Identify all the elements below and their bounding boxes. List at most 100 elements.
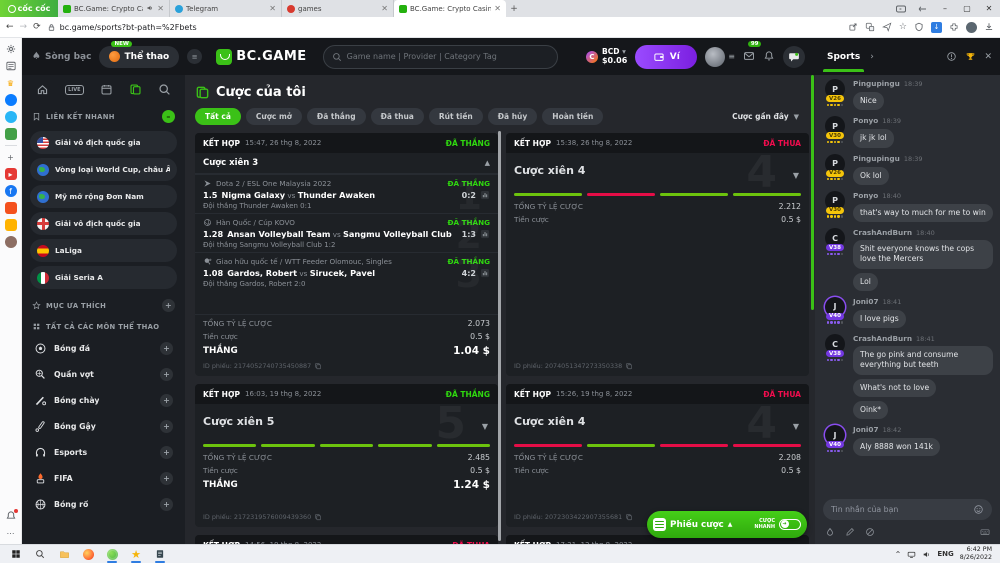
bet-card-collapsed-row[interactable]: Cược xiên 44▼ xyxy=(506,404,809,442)
cards-scrollbar-thumb[interactable] xyxy=(498,131,501,541)
chat-message-input[interactable]: Tin nhắn của bạn xyxy=(823,499,992,520)
quick-link-item-3[interactable]: Giải vô địch quốc gia xyxy=(30,212,177,235)
emoji-icon[interactable] xyxy=(973,504,984,515)
filter-pill-3[interactable]: Đã thua xyxy=(371,108,424,125)
sidebar-sport-baseball[interactable]: Bóng chày+ xyxy=(30,387,177,413)
match-stats-icon[interactable] xyxy=(480,190,490,200)
expand-sport-button[interactable]: + xyxy=(160,472,173,485)
taskbar-firefox-icon[interactable] xyxy=(76,545,100,563)
copy-icon[interactable] xyxy=(625,513,633,521)
crown-icon[interactable]: ♛ xyxy=(5,77,17,89)
weather-icon[interactable] xyxy=(5,111,17,123)
volume-icon[interactable] xyxy=(922,550,931,559)
filter-pill-5[interactable]: Đã hủy xyxy=(488,108,538,125)
bet-card-3[interactable]: KẾT HỢP15:26, 19 thg 8, 2022ĐÃ THUACược … xyxy=(506,384,809,527)
bet-card-subheader[interactable]: Cược xiên 3▲ xyxy=(195,153,498,174)
notifications-button[interactable] xyxy=(763,47,775,66)
browser-tab-1[interactable]: Telegram✕ xyxy=(170,0,282,17)
tab-search-icon[interactable] xyxy=(890,3,912,15)
taskbar-task-search-icon[interactable] xyxy=(28,545,52,563)
back-button[interactable]: ← xyxy=(6,22,14,32)
rain-tip-icon[interactable] xyxy=(825,527,835,537)
chat-username[interactable]: Ponyo18:39 xyxy=(853,116,993,125)
my-bets-icon[interactable] xyxy=(129,83,142,96)
calendar-icon[interactable] xyxy=(100,83,113,96)
share-icon[interactable] xyxy=(848,22,858,32)
user-menu-icon[interactable]: ≡ xyxy=(728,52,735,61)
new-tab-button[interactable]: + xyxy=(506,0,522,17)
chat-username[interactable]: Ponyo18:40 xyxy=(853,191,993,200)
expand-caret-icon[interactable]: ▼ xyxy=(793,422,799,431)
notifications-bell-icon[interactable] xyxy=(5,510,17,522)
tab-close-icon[interactable]: ✕ xyxy=(157,4,164,13)
shield-icon[interactable] xyxy=(914,22,924,32)
chat-toggle-button[interactable] xyxy=(783,46,805,68)
chat-username[interactable]: CrashAndBurn18:41 xyxy=(853,334,993,343)
currency-selector[interactable]: C BCD ▾$0.06 xyxy=(586,47,627,66)
chevron-right-icon[interactable]: › xyxy=(870,52,874,62)
expand-sport-button[interactable]: + xyxy=(160,394,173,407)
reload-button[interactable]: ⟳ xyxy=(33,22,41,32)
home-icon[interactable] xyxy=(36,83,49,96)
taskbar-coccoc-icon[interactable] xyxy=(100,545,124,563)
match-stats-icon[interactable] xyxy=(480,268,490,278)
send-icon[interactable] xyxy=(882,22,892,32)
filter-pill-6[interactable]: Hoàn tiền xyxy=(542,108,603,125)
maximize-button[interactable]: ▢ xyxy=(956,4,978,13)
tab-close-icon[interactable]: ✕ xyxy=(269,4,276,13)
filter-pill-1[interactable]: Cược mở xyxy=(246,108,302,125)
casino-nav[interactable]: ♠Sòng bạc xyxy=(32,51,91,62)
user-avatar[interactable] xyxy=(705,47,725,67)
pen-icon[interactable] xyxy=(845,527,855,537)
collapse-quick-links-button[interactable]: – xyxy=(162,110,175,123)
expand-sport-button[interactable]: + xyxy=(160,446,173,459)
tab-close-icon[interactable]: ✕ xyxy=(494,4,501,13)
games-hub-icon[interactable] xyxy=(5,128,17,140)
filter-pill-0[interactable]: Tất cả xyxy=(195,108,241,125)
copy-icon[interactable] xyxy=(314,362,322,370)
chat-close-icon[interactable]: ✕ xyxy=(984,52,992,62)
game-search-input[interactable]: Game name | Provider | Category Tag xyxy=(323,45,558,69)
taskbar-start-icon[interactable] xyxy=(4,545,28,563)
expand-sport-button[interactable]: + xyxy=(160,368,173,381)
downloads-tray-icon[interactable] xyxy=(984,22,994,32)
browser-profile-avatar[interactable] xyxy=(966,22,977,33)
forward-button[interactable]: → xyxy=(20,22,28,32)
youtube-icon[interactable]: ▸ xyxy=(5,168,17,180)
bet-card-1[interactable]: KẾT HỢP15:38, 26 thg 8, 2022ĐÃ THUACược … xyxy=(506,133,809,376)
tray-chevron-icon[interactable]: ⌃ xyxy=(895,550,902,559)
deals-icon[interactable] xyxy=(5,219,17,231)
filter-pill-2[interactable]: Đã thắng xyxy=(307,108,366,125)
expand-sport-button[interactable]: + xyxy=(160,342,173,355)
quick-link-item-5[interactable]: Giải Seria A xyxy=(30,266,177,289)
shopee-icon[interactable] xyxy=(5,202,17,214)
settings-gear-icon[interactable] xyxy=(5,43,17,55)
translate-icon[interactable] xyxy=(865,22,875,32)
mail-button[interactable]: 99 xyxy=(743,47,755,66)
sidebar-sport-fifa[interactable]: FIFA+ xyxy=(30,465,177,491)
expand-caret-icon[interactable]: ▼ xyxy=(482,422,488,431)
quick-bet-toggle[interactable]: ➜ xyxy=(779,519,801,530)
quick-link-item-1[interactable]: Vòng loại World Cup, châu Âu xyxy=(30,158,177,181)
nav-menu-button[interactable]: ≡ xyxy=(187,49,202,64)
quick-link-item-0[interactable]: Giải vô địch quốc gia xyxy=(30,131,177,154)
chat-username[interactable]: CrashAndBurn18:40 xyxy=(853,228,993,237)
quick-link-item-4[interactable]: LaLiga xyxy=(30,239,177,262)
betslip-button[interactable]: Phiếu cược ▲ CƯỢCNHANH ➜ xyxy=(647,511,807,538)
facebook-icon[interactable]: f xyxy=(5,185,17,197)
chat-username[interactable]: Joni0718:41 xyxy=(853,297,993,306)
sidebar-sport-esports[interactable]: Esports+ xyxy=(30,439,177,465)
expand-sport-button[interactable]: + xyxy=(160,498,173,511)
sidebar-sport-soccer[interactable]: Bóng đá+ xyxy=(30,335,177,361)
trophy-icon[interactable] xyxy=(965,51,976,62)
expand-caret-icon[interactable]: ▼ xyxy=(793,171,799,180)
main-scrollbar-thumb[interactable] xyxy=(811,75,814,310)
url-field[interactable]: bc.game/sports?bt-path=%2Fbets xyxy=(47,23,307,32)
extensions-icon[interactable] xyxy=(949,22,959,32)
language-indicator[interactable]: ENG xyxy=(937,550,953,558)
bcgame-logo[interactable]: BC.GAME xyxy=(216,49,306,65)
sidebar-sport-basketball[interactable]: Bóng rổ+ xyxy=(30,491,177,517)
bet-card-collapsed-row[interactable]: Cược xiên 55▼ xyxy=(195,404,498,442)
chat-username[interactable]: Pingupingu18:39 xyxy=(853,154,993,163)
browser-tab-2[interactable]: games✕ xyxy=(282,0,394,17)
